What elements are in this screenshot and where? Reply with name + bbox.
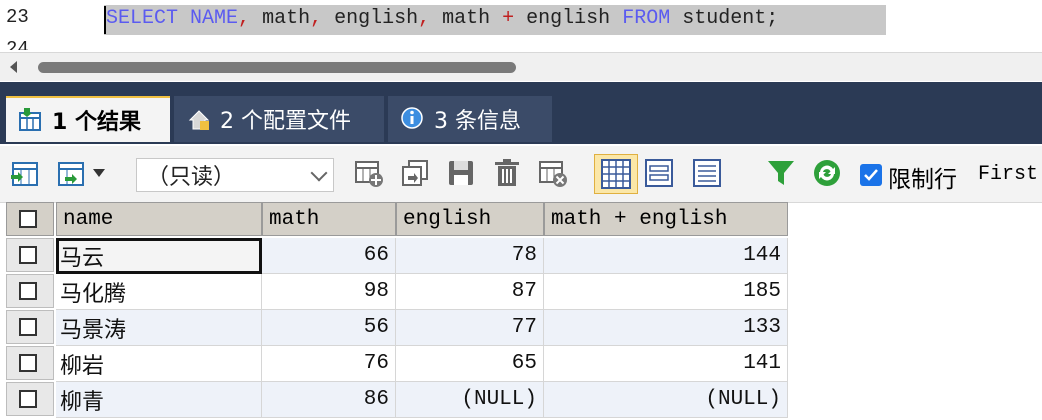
sql-column: english	[322, 7, 419, 30]
line-number: 23	[6, 6, 29, 28]
filter-icon[interactable]	[764, 156, 798, 190]
chevron-down-icon	[310, 164, 328, 182]
sql-punct: ,	[418, 7, 431, 30]
sql-editor[interactable]: 23 24 SELECT NAME, math, english, math +…	[0, 0, 1042, 50]
table-cell[interactable]: 87	[396, 274, 544, 310]
column-header-sum[interactable]: math + english	[544, 202, 788, 236]
checkbox[interactable]	[19, 246, 37, 264]
row-selector[interactable]	[6, 310, 54, 344]
result-grid-icon	[18, 107, 44, 133]
sql-column: math	[250, 7, 311, 30]
sql-column: math	[430, 7, 503, 30]
save-icon[interactable]	[444, 156, 478, 190]
row-selector[interactable]	[6, 238, 54, 272]
export-icon[interactable]	[8, 156, 42, 190]
dropdown-icon[interactable]	[88, 156, 110, 190]
line-number: 24	[6, 38, 29, 50]
table-cell[interactable]: 马化腾	[56, 274, 262, 310]
sql-statement[interactable]: SELECT NAME, math, english, math + engli…	[106, 7, 778, 30]
tab-label: 1 个结果	[52, 110, 141, 135]
table-cell[interactable]: (NULL)	[396, 382, 544, 418]
table-cell[interactable]: 柳岩	[56, 346, 262, 382]
mode-select[interactable]: （只读）	[136, 158, 334, 192]
select-all-checkbox[interactable]	[6, 202, 54, 236]
limit-rows-checkbox[interactable]	[860, 164, 882, 186]
result-toolbar: （只读）	[0, 146, 1042, 203]
result-tabs-bar: 1 个结果 2 个配置文件 3 条信息	[0, 82, 1042, 144]
import-icon[interactable]	[54, 156, 88, 190]
grid-view-icon[interactable]	[594, 154, 638, 194]
sql-operator: +	[502, 7, 515, 30]
refresh-icon[interactable]	[810, 156, 844, 190]
sql-punct: ,	[238, 7, 251, 30]
table-cell[interactable]: 56	[262, 310, 396, 346]
table-cell[interactable]: 马云	[56, 238, 262, 274]
checkbox[interactable]	[19, 390, 37, 408]
table-cell[interactable]: 柳青	[56, 382, 262, 418]
sql-keyword: FROM	[622, 7, 671, 30]
sql-table: student;	[670, 7, 779, 30]
info-icon	[400, 106, 426, 132]
first-row-label: First	[978, 163, 1039, 186]
table-cell[interactable]: 141	[544, 346, 788, 382]
sql-column: NAME	[190, 7, 239, 30]
row-selector[interactable]	[6, 382, 54, 416]
sql-punct: ,	[310, 7, 323, 30]
table-cell[interactable]: 144	[544, 238, 788, 274]
cancel-icon[interactable]	[536, 156, 570, 190]
table-cell[interactable]: (NULL)	[544, 382, 788, 418]
profile-icon	[186, 106, 212, 132]
text-view-icon[interactable]	[690, 156, 724, 190]
column-header-name[interactable]: name	[56, 202, 262, 236]
table-cell[interactable]: 98	[262, 274, 396, 310]
limit-rows-label: 限制行	[888, 167, 957, 193]
horizontal-scrollbar[interactable]	[0, 52, 1042, 81]
scrollbar-thumb[interactable]	[38, 62, 516, 73]
form-view-icon[interactable]	[642, 156, 676, 190]
table-cell[interactable]: 65	[396, 346, 544, 382]
add-row-icon[interactable]	[352, 156, 386, 190]
table-cell[interactable]: 78	[396, 238, 544, 274]
tab-label: 2 个配置文件	[220, 109, 351, 134]
table-cell[interactable]: 76	[262, 346, 396, 382]
column-header-math[interactable]: math	[262, 202, 396, 236]
row-selector[interactable]	[6, 274, 54, 308]
table-cell[interactable]: 66	[262, 238, 396, 274]
tab-info[interactable]: 3 条信息	[388, 96, 552, 142]
checkbox[interactable]	[19, 318, 37, 336]
sql-column: english	[514, 7, 623, 30]
text-caret	[104, 6, 106, 34]
table-cell[interactable]: 185	[544, 274, 788, 310]
tab-label: 3 条信息	[434, 109, 521, 134]
row-selector[interactable]	[6, 346, 54, 380]
table-cell[interactable]: 马景涛	[56, 310, 262, 346]
table-cell[interactable]: 77	[396, 310, 544, 346]
column-header-english[interactable]: english	[396, 202, 544, 236]
duplicate-row-icon[interactable]	[398, 156, 432, 190]
checkbox[interactable]	[19, 282, 37, 300]
delete-icon[interactable]	[490, 156, 524, 190]
checkbox[interactable]	[19, 354, 37, 372]
table-cell[interactable]: 86	[262, 382, 396, 418]
sql-keyword: SELECT	[106, 7, 179, 30]
checkbox[interactable]	[19, 210, 37, 228]
tab-profiles[interactable]: 2 个配置文件	[174, 96, 384, 142]
line-number-gutter: 23 24	[0, 0, 92, 50]
tab-results[interactable]: 1 个结果	[6, 96, 170, 142]
table-cell[interactable]: 133	[544, 310, 788, 346]
mode-select-value: （只读）	[147, 165, 236, 190]
scroll-left-icon[interactable]	[10, 61, 17, 73]
